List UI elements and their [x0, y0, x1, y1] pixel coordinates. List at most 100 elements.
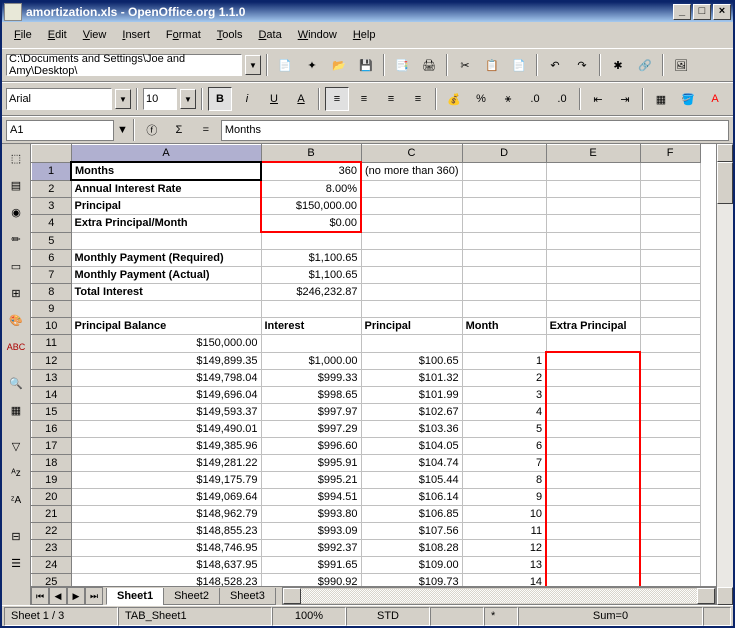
cell[interactable] [71, 301, 261, 318]
col-header-C[interactable]: C [361, 145, 462, 163]
menu-format[interactable]: Format [158, 27, 209, 43]
cell[interactable]: $0.00 [261, 215, 361, 233]
sheet-tab-3[interactable]: Sheet3 [219, 588, 276, 605]
cell[interactable] [640, 387, 700, 404]
titlebar[interactable]: amortization.xls - OpenOffice.org 1.1.0 … [2, 2, 733, 22]
col-header-E[interactable]: E [546, 145, 640, 163]
cell[interactable]: 14 [462, 574, 546, 587]
cell[interactable] [361, 335, 462, 353]
cell[interactable] [640, 506, 700, 523]
cell[interactable] [361, 267, 462, 284]
cell[interactable]: $101.32 [361, 370, 462, 387]
remove-decimal-button[interactable]: .0 [550, 87, 574, 111]
cell[interactable]: $108.28 [361, 540, 462, 557]
status-mode[interactable]: STD [346, 607, 430, 626]
row-header[interactable]: 6 [32, 250, 72, 267]
cell[interactable]: 6 [462, 438, 546, 455]
cell[interactable] [546, 557, 640, 574]
scroll-right-icon[interactable] [697, 588, 715, 604]
tab-prev-icon[interactable]: ◀ [49, 587, 67, 605]
cell-ref-arrow[interactable]: ▼ [117, 124, 128, 136]
autofilter-icon[interactable]: ▽ [4, 434, 28, 458]
cell[interactable]: $100.65 [361, 352, 462, 370]
cell[interactable] [361, 232, 462, 250]
cell[interactable] [640, 472, 700, 489]
cell[interactable] [462, 267, 546, 284]
cell[interactable]: $998.65 [261, 387, 361, 404]
cell[interactable]: $992.37 [261, 540, 361, 557]
cell[interactable] [546, 180, 640, 198]
scroll-down-icon[interactable] [717, 587, 733, 605]
cell[interactable] [462, 180, 546, 198]
cell[interactable]: $149,490.01 [71, 421, 261, 438]
cell[interactable]: $101.99 [361, 387, 462, 404]
background-color-button[interactable]: 🪣 [676, 87, 700, 111]
sort-desc-icon[interactable]: ᶻA [4, 488, 28, 512]
cell[interactable] [361, 215, 462, 233]
cell[interactable]: $991.65 [261, 557, 361, 574]
cell[interactable] [546, 506, 640, 523]
scroll-left-icon[interactable] [283, 588, 301, 604]
cell-reference-box[interactable] [6, 120, 114, 141]
col-header-B[interactable]: B [261, 145, 361, 163]
cell[interactable] [640, 215, 700, 233]
cell[interactable] [640, 370, 700, 387]
cell[interactable]: $995.21 [261, 472, 361, 489]
align-left-button[interactable]: ≡ [325, 87, 349, 111]
horizontal-scrollbar[interactable] [282, 587, 716, 605]
col-header-F[interactable]: F [640, 145, 700, 163]
maximize-button[interactable]: □ [693, 4, 711, 20]
cell[interactable] [261, 301, 361, 318]
cell[interactable]: 1 [462, 352, 546, 370]
cell[interactable] [640, 250, 700, 267]
navigator-icon[interactable]: ✱ [606, 53, 630, 77]
cell[interactable]: Principal [71, 198, 261, 215]
cell[interactable] [546, 301, 640, 318]
row-header[interactable]: 7 [32, 267, 72, 284]
cell[interactable] [261, 335, 361, 353]
cell[interactable] [640, 198, 700, 215]
cell[interactable]: $106.85 [361, 506, 462, 523]
datasource-icon[interactable]: ▦ [4, 398, 28, 422]
scroll-up-icon[interactable] [717, 144, 733, 162]
cell[interactable] [546, 198, 640, 215]
show-draw-icon[interactable]: ✏ [4, 227, 28, 251]
borders-button[interactable]: ▦ [649, 87, 673, 111]
italic-button[interactable]: i [235, 87, 259, 111]
decrease-indent-button[interactable]: ⇤ [586, 87, 610, 111]
cell[interactable] [546, 335, 640, 353]
cell[interactable] [546, 455, 640, 472]
insert-cells-icon[interactable]: ▤ [4, 173, 28, 197]
cell[interactable]: $997.97 [261, 404, 361, 421]
cell[interactable] [462, 198, 546, 215]
cell[interactable]: $246,232.87 [261, 284, 361, 301]
cell[interactable] [546, 215, 640, 233]
cell[interactable]: $995.91 [261, 455, 361, 472]
close-button[interactable]: × [713, 4, 731, 20]
row-header[interactable]: 4 [32, 215, 72, 233]
sort-asc-icon[interactable]: ᴬz [4, 461, 28, 485]
cell[interactable] [640, 540, 700, 557]
sum-icon[interactable]: Σ [167, 118, 191, 142]
cell[interactable]: 3 [462, 387, 546, 404]
cell[interactable]: $148,855.23 [71, 523, 261, 540]
cell[interactable] [462, 284, 546, 301]
sheet-tab-2[interactable]: Sheet2 [163, 588, 220, 605]
menu-data[interactable]: Data [250, 27, 289, 43]
cell[interactable]: $105.44 [361, 472, 462, 489]
menu-edit[interactable]: Edit [40, 27, 75, 43]
cell[interactable] [546, 352, 640, 370]
tab-last-icon[interactable]: ⏭ [85, 587, 103, 605]
row-header[interactable]: 2 [32, 180, 72, 198]
cell[interactable] [546, 370, 640, 387]
cell[interactable]: $109.00 [361, 557, 462, 574]
currency-button[interactable]: 💰 [442, 87, 466, 111]
font-size-combo[interactable]: 10 [143, 88, 177, 110]
cell[interactable] [546, 284, 640, 301]
cell[interactable] [640, 438, 700, 455]
column-header-cell[interactable]: Interest [261, 318, 361, 335]
col-header-D[interactable]: D [462, 145, 546, 163]
column-header-cell[interactable]: Month [462, 318, 546, 335]
align-right-button[interactable]: ≡ [379, 87, 403, 111]
cell[interactable] [640, 404, 700, 421]
